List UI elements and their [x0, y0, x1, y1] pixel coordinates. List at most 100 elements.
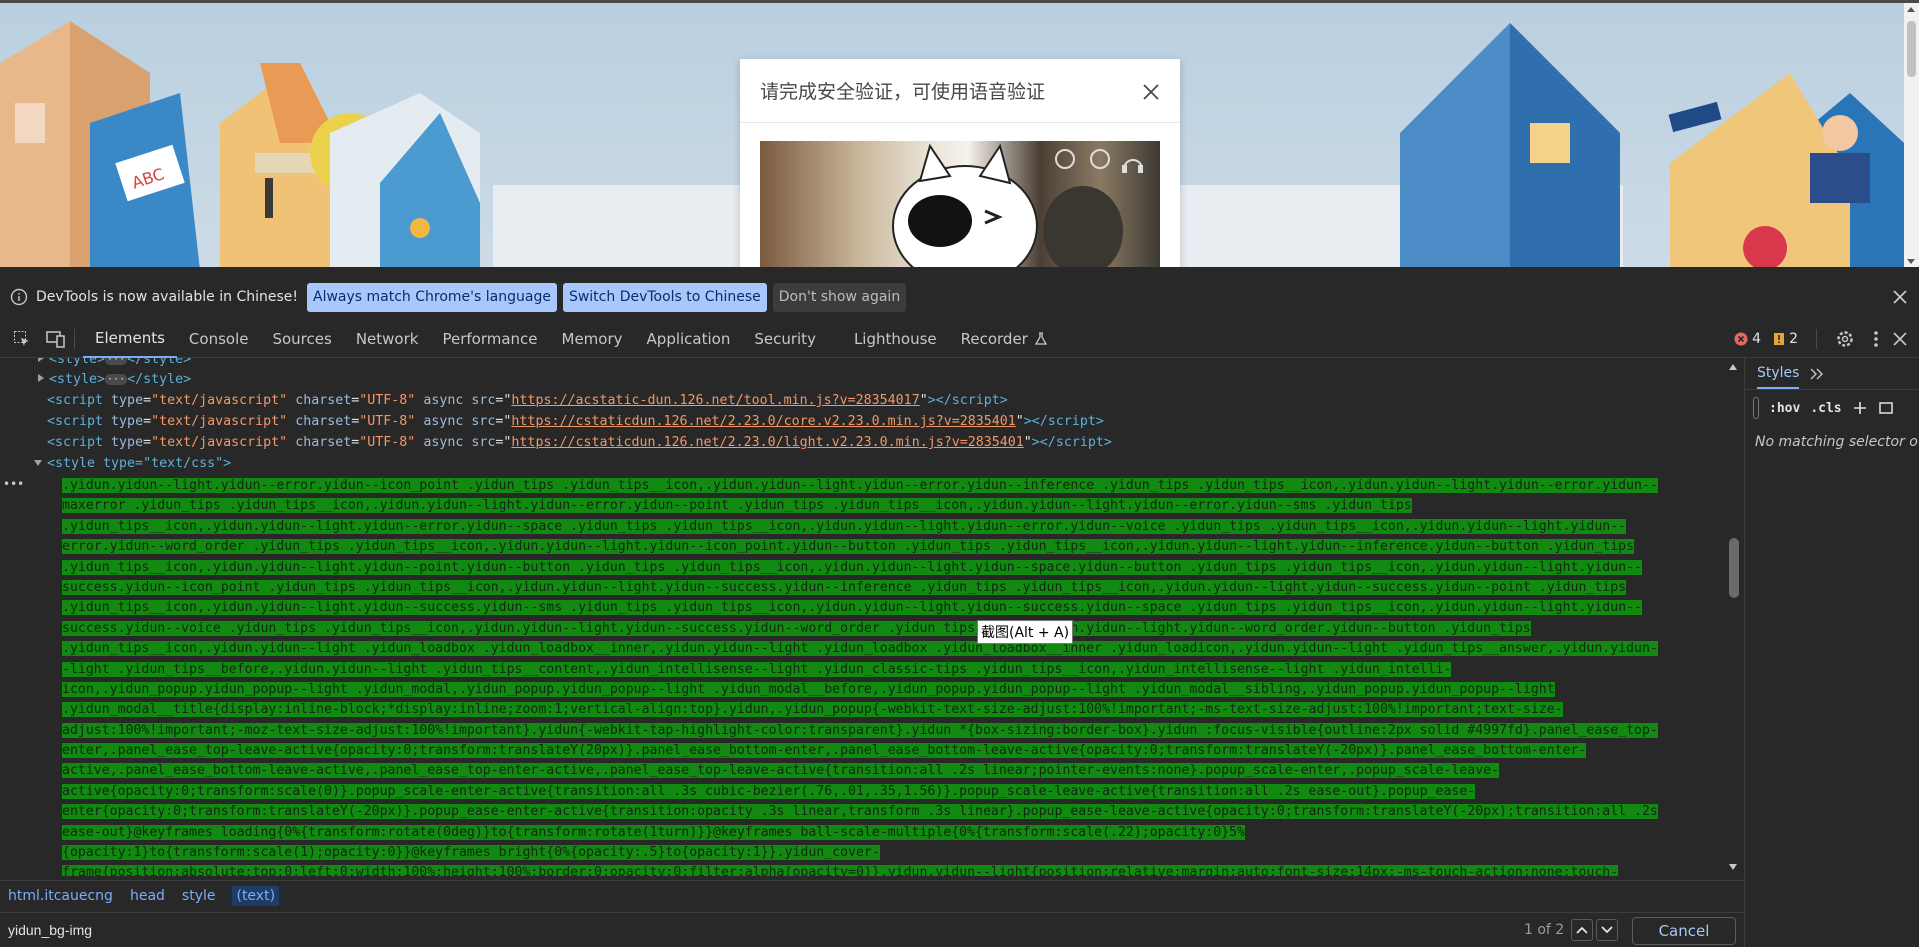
info-icon: [10, 288, 28, 306]
styles-toolbar: :hov .cls: [1745, 390, 1919, 426]
css-text-line-content: success.yidun--icon_point .yidun_tips .y…: [62, 579, 1627, 595]
css-text-line-content: -light .yidun_tips__before,.yidun.yidun-…: [62, 661, 1452, 677]
css-text-line-content: error.yidun--word_order .yidun_tips .yid…: [62, 539, 1635, 555]
tree-node-script[interactable]: <script type="text/javascript" charset="…: [47, 391, 1008, 412]
breadcrumb-style[interactable]: style: [182, 888, 216, 904]
new-style-rule-icon[interactable]: [1852, 400, 1868, 416]
captcha-title: 请完成安全验证，可使用语音验证: [740, 59, 1180, 123]
screenshot-tooltip: 截图(Alt + A): [977, 620, 1074, 644]
search-next-button[interactable]: [1596, 919, 1618, 941]
scroll-up-arrow-icon[interactable]: [1907, 7, 1915, 12]
node-actions-ellipsis-icon[interactable]: •••: [3, 477, 24, 491]
error-counter[interactable]: 4 2: [1734, 331, 1798, 347]
elements-tree[interactable]: <style> ··· </style> <style> ··· </style> <s…: [0, 358, 1728, 876]
tab-application[interactable]: Application: [635, 320, 743, 358]
css-text-line: -light .yidun_tips__before,.yidun.yidun-…: [62, 660, 1722, 680]
tab-sources[interactable]: Sources: [260, 320, 343, 358]
tab-security[interactable]: Security: [742, 320, 828, 358]
search-previous-button[interactable]: [1571, 919, 1593, 941]
breadcrumb-html[interactable]: html.itcauecng: [8, 888, 113, 904]
css-text-line: success.yidun--voice .yidun_tips .yidun_…: [62, 619, 1722, 639]
css-text-line: enter,.panel_ease_top-leave-active{opaci…: [62, 741, 1722, 761]
tab-memory[interactable]: Memory: [550, 320, 635, 358]
page-scrollbar[interactable]: [1904, 3, 1919, 267]
page-viewport: ABC 请完成安全验证，可使用语音验证: [0, 0, 1919, 267]
hov-toggle[interactable]: :hov: [1769, 401, 1800, 416]
search-cancel-button[interactable]: Cancel: [1632, 917, 1736, 945]
search-match-count: 1 of 2: [1524, 922, 1565, 938]
no-matching-selector-text: No matching selector o: [1755, 434, 1918, 450]
css-text-line: maxerror .yidun_tips .yidun_tips__icon,.…: [62, 496, 1722, 516]
css-text-line: adjust:100%!important;-moz-text-size-adj…: [62, 721, 1722, 741]
tab-console[interactable]: Console: [177, 320, 261, 358]
page-scroll-thumb[interactable]: [1907, 21, 1916, 77]
dont-show-again-button[interactable]: Don't show again: [772, 282, 907, 312]
tab-performance[interactable]: Performance: [430, 320, 549, 358]
tree-node-script[interactable]: <script type="text/javascript" charset="…: [47, 412, 1104, 433]
device-toolbar-icon[interactable]: [46, 329, 66, 349]
script-src-link[interactable]: https://cstaticdun.126.net/2.23.0/light.…: [511, 435, 1023, 450]
inspect-element-icon[interactable]: [12, 329, 32, 349]
css-text-line-content: .yidun_modal__title{display:inline-block…: [62, 702, 1563, 718]
language-infobar: DevTools is now available in Chinese! Al…: [0, 277, 1919, 317]
scroll-down-arrow-icon[interactable]: [1907, 259, 1915, 264]
tab-recorder[interactable]: Recorder: [949, 320, 1060, 358]
infobar-message: DevTools is now available in Chinese!: [36, 289, 298, 305]
css-text-line: .yidun_modal__title{display:inline-block…: [62, 700, 1722, 720]
css-text-line: frame{position:absolute;top:0;left:0;wid…: [62, 863, 1722, 876]
css-text-line-content: active{opacity:0;transform:scale(0)}.pop…: [62, 783, 1476, 799]
css-text-line: enter{opacity:0;transform:translateY(-20…: [62, 802, 1722, 822]
tab-styles[interactable]: Styles: [1757, 365, 1800, 389]
computed-styles-icon[interactable]: [1878, 400, 1894, 416]
tabstrip-right-separator: [1816, 329, 1817, 349]
elements-scroll-thumb[interactable]: [1729, 538, 1739, 598]
script-src-link[interactable]: https://acstatic-dun.126.net/tool.min.js…: [511, 393, 919, 408]
css-text-line-content: enter,.panel_ease_top-leave-active{opaci…: [62, 743, 1587, 759]
css-text-line: success.yidun--icon_point .yidun_tips .y…: [62, 578, 1722, 598]
styles-filter-input[interactable]: [1753, 397, 1759, 419]
breadcrumb-text[interactable]: (text): [232, 885, 280, 906]
scroll-down-arrow-icon[interactable]: [1729, 864, 1737, 870]
tab-lighthouse[interactable]: Lighthouse: [842, 320, 949, 358]
captcha-close-icon[interactable]: [1142, 83, 1160, 101]
css-text-line-content: active,.panel_ease_bottom-leave-active,.…: [62, 763, 1500, 779]
tree-node-style-expanded[interactable]: <style type="text/css">: [34, 454, 231, 475]
css-text-line: error.yidun--word_order .yidun_tips .yid…: [62, 537, 1722, 557]
tree-node-style[interactable]: <style> ··· </style>: [38, 358, 191, 371]
scroll-up-arrow-icon[interactable]: [1729, 364, 1737, 370]
css-text-line-content: .yidun_tips__icon,.yidun.yidun--light.yi…: [62, 600, 1642, 616]
css-text-line-content: adjust:100%!important;-moz-text-size-adj…: [62, 722, 1658, 738]
css-text-line: ease-out}@keyframes loading{0%{transform…: [62, 823, 1722, 843]
css-text-line-content: success.yidun--voice .yidun_tips .yidun_…: [62, 620, 1531, 636]
switch-to-chinese-button[interactable]: Switch DevTools to Chinese: [562, 282, 767, 312]
cls-toggle[interactable]: .cls: [1810, 401, 1841, 416]
script-src-link[interactable]: https://cstaticdun.126.net/2.23.0/core.v…: [511, 414, 1015, 429]
css-text-line-content: icon,.yidun_popup.yidun_popup--light .yi…: [62, 681, 1555, 697]
infobar-close-icon[interactable]: [1891, 288, 1909, 306]
illustration-right: [1400, 23, 1904, 267]
more-tabs-chevron-icon[interactable]: [1809, 367, 1825, 381]
captcha-dialog: 请完成安全验证，可使用语音验证: [740, 59, 1180, 267]
css-text-line: .yidun.yidun--light.yidun--error.yidun--…: [62, 476, 1722, 496]
search-input[interactable]: [8, 917, 1568, 943]
css-text-line: active,.panel_ease_bottom-leave-active,.…: [62, 761, 1722, 781]
chevron-up-icon: [1576, 926, 1588, 934]
tab-elements[interactable]: Elements: [83, 320, 177, 358]
styles-pane: Styles :hov .cls No matching selector o: [1744, 358, 1919, 947]
warning-count: 2: [1789, 331, 1798, 347]
settings-gear-icon[interactable]: [1835, 329, 1855, 349]
tab-network[interactable]: Network: [344, 320, 431, 358]
tree-node-style[interactable]: <style> ··· </style>: [38, 370, 191, 391]
breadcrumb-head[interactable]: head: [130, 888, 165, 904]
tabstrip-separator: [74, 328, 75, 349]
css-text-line: .yidun_tips__icon,.yidun.yidun--light .y…: [62, 639, 1722, 659]
css-text-node[interactable]: .yidun.yidun--light.yidun--error.yidun--…: [62, 476, 1722, 876]
css-text-line-content: .yidun_tips__icon,.yidun.yidun--light.yi…: [62, 559, 1642, 575]
elements-scrollbar[interactable]: [1725, 360, 1742, 876]
error-count: 4: [1752, 331, 1762, 347]
css-text-line-content: maxerror .yidun_tips .yidun_tips__icon,.…: [62, 498, 1412, 514]
close-devtools-icon[interactable]: [1893, 332, 1907, 346]
more-options-icon[interactable]: [1873, 330, 1879, 348]
always-match-language-button[interactable]: Always match Chrome's language: [307, 282, 557, 312]
tree-node-script[interactable]: <script type="text/javascript" charset="…: [47, 433, 1112, 454]
